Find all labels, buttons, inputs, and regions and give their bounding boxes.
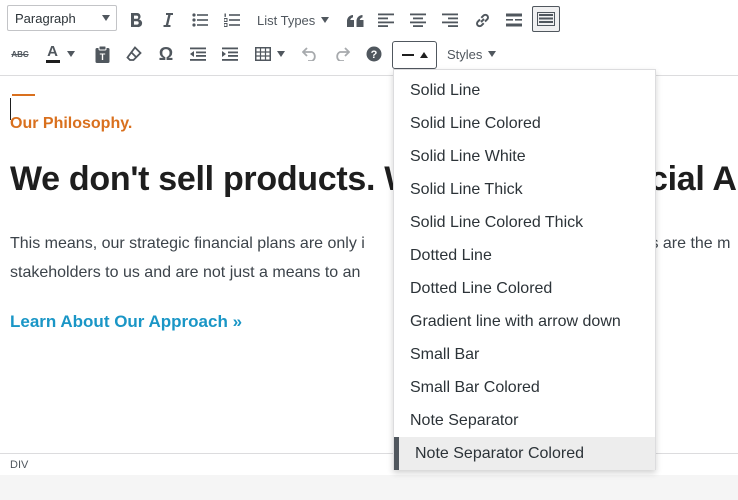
paste-as-text-button[interactable]: T	[92, 40, 112, 68]
outdent-icon	[190, 47, 206, 61]
table-icon	[255, 47, 271, 61]
editor: Paragraph List Types ABC A T Ω ? Styles …	[0, 0, 738, 475]
read-more-icon	[506, 13, 522, 27]
menu-item[interactable]: Dotted Line	[394, 239, 655, 272]
numbered-list-button[interactable]	[222, 6, 242, 34]
eraser-icon	[126, 46, 142, 61]
menu-item[interactable]: Solid Line White	[394, 140, 655, 173]
align-center-button[interactable]	[409, 6, 427, 34]
learn-approach-link[interactable]: Learn About Our Approach »	[10, 312, 242, 332]
menu-item[interactable]: Solid Line Thick	[394, 173, 655, 206]
special-character-button[interactable]: Ω	[156, 40, 176, 68]
element-path-item[interactable]: DIV	[10, 459, 28, 471]
text-color-icon: A	[45, 44, 60, 63]
menu-item[interactable]: Solid Line	[394, 74, 655, 107]
toolbar-toggle-button[interactable]	[532, 6, 560, 32]
quote-icon	[346, 14, 363, 27]
indent-button[interactable]	[220, 40, 240, 68]
bold-icon	[131, 12, 143, 28]
text-color-button[interactable]: A	[40, 40, 80, 68]
strikethrough-icon: ABC	[11, 49, 29, 59]
list-types-dropdown[interactable]: List Types	[257, 6, 330, 34]
align-left-icon	[378, 13, 394, 27]
bullet-list-icon	[192, 13, 208, 27]
table-button[interactable]	[252, 40, 288, 68]
menu-item[interactable]: Small Bar	[394, 338, 655, 371]
blockquote-button[interactable]	[345, 6, 365, 34]
clipboard-icon: T	[95, 45, 109, 63]
bullet-list-button[interactable]	[190, 6, 210, 34]
menu-item[interactable]: Gradient line with arrow down	[394, 305, 655, 338]
undo-icon	[302, 47, 316, 61]
menu-item[interactable]: Solid Line Colored	[394, 107, 655, 140]
horizontal-line-dropdown[interactable]	[392, 41, 437, 69]
insert-link-button[interactable]	[473, 6, 491, 34]
chevron-up-icon	[419, 52, 428, 58]
format-select[interactable]: Paragraph	[7, 5, 117, 31]
styles-dropdown[interactable]: Styles	[447, 40, 497, 68]
svg-text:?: ?	[371, 49, 378, 61]
undo-button[interactable]	[300, 40, 320, 68]
keyboard-icon	[537, 12, 555, 26]
chevron-down-icon	[488, 51, 497, 57]
chevron-down-icon	[321, 17, 330, 23]
styles-label: Styles	[447, 46, 483, 62]
list-types-label: List Types	[257, 12, 316, 28]
menu-item[interactable]: Small Bar Colored	[394, 371, 655, 404]
svg-text:T: T	[99, 52, 105, 62]
chevron-down-icon	[102, 15, 110, 21]
menu-item[interactable]: Note Separator	[394, 404, 655, 437]
section-eyebrow: Our Philosophy.	[10, 115, 133, 132]
redo-button[interactable]	[332, 40, 352, 68]
menu-item[interactable]: Note Separator Colored	[394, 437, 655, 470]
align-right-button[interactable]	[441, 6, 459, 34]
redo-icon	[336, 47, 350, 61]
menu-item[interactable]: Solid Line Colored Thick	[394, 206, 655, 239]
help-icon: ?	[366, 46, 382, 62]
align-center-icon	[410, 13, 426, 27]
numbered-list-icon	[224, 13, 240, 27]
headline-text: We don't sell products. W	[10, 160, 417, 198]
align-left-button[interactable]	[377, 6, 395, 34]
omega-icon: Ω	[158, 43, 174, 64]
italic-button[interactable]	[158, 6, 178, 34]
bold-button[interactable]	[126, 6, 146, 34]
accent-separator	[12, 94, 35, 96]
align-right-icon	[442, 13, 458, 27]
chevron-down-icon	[66, 51, 75, 57]
indent-icon	[222, 47, 238, 61]
editor-toolbar: Paragraph List Types ABC A T Ω ? Styles	[0, 0, 738, 76]
horizontal-line-icon	[401, 54, 414, 56]
read-more-button[interactable]	[505, 6, 523, 34]
menu-item[interactable]: Dotted Line Colored	[394, 272, 655, 305]
clear-formatting-button[interactable]	[124, 40, 144, 68]
headline-text-tail: cial A	[649, 160, 737, 198]
italic-icon	[163, 13, 173, 27]
help-button[interactable]: ?	[364, 40, 384, 68]
format-select-value: Paragraph	[15, 10, 76, 26]
chevron-down-icon	[277, 51, 285, 57]
section-headline: We don't sell products. W cial A	[10, 160, 737, 199]
horizontal-line-menu: Solid Line Solid Line Colored Solid Line W…	[393, 69, 656, 470]
outdent-button[interactable]	[188, 40, 208, 68]
link-icon	[475, 13, 489, 27]
strikethrough-button[interactable]: ABC	[10, 40, 30, 68]
